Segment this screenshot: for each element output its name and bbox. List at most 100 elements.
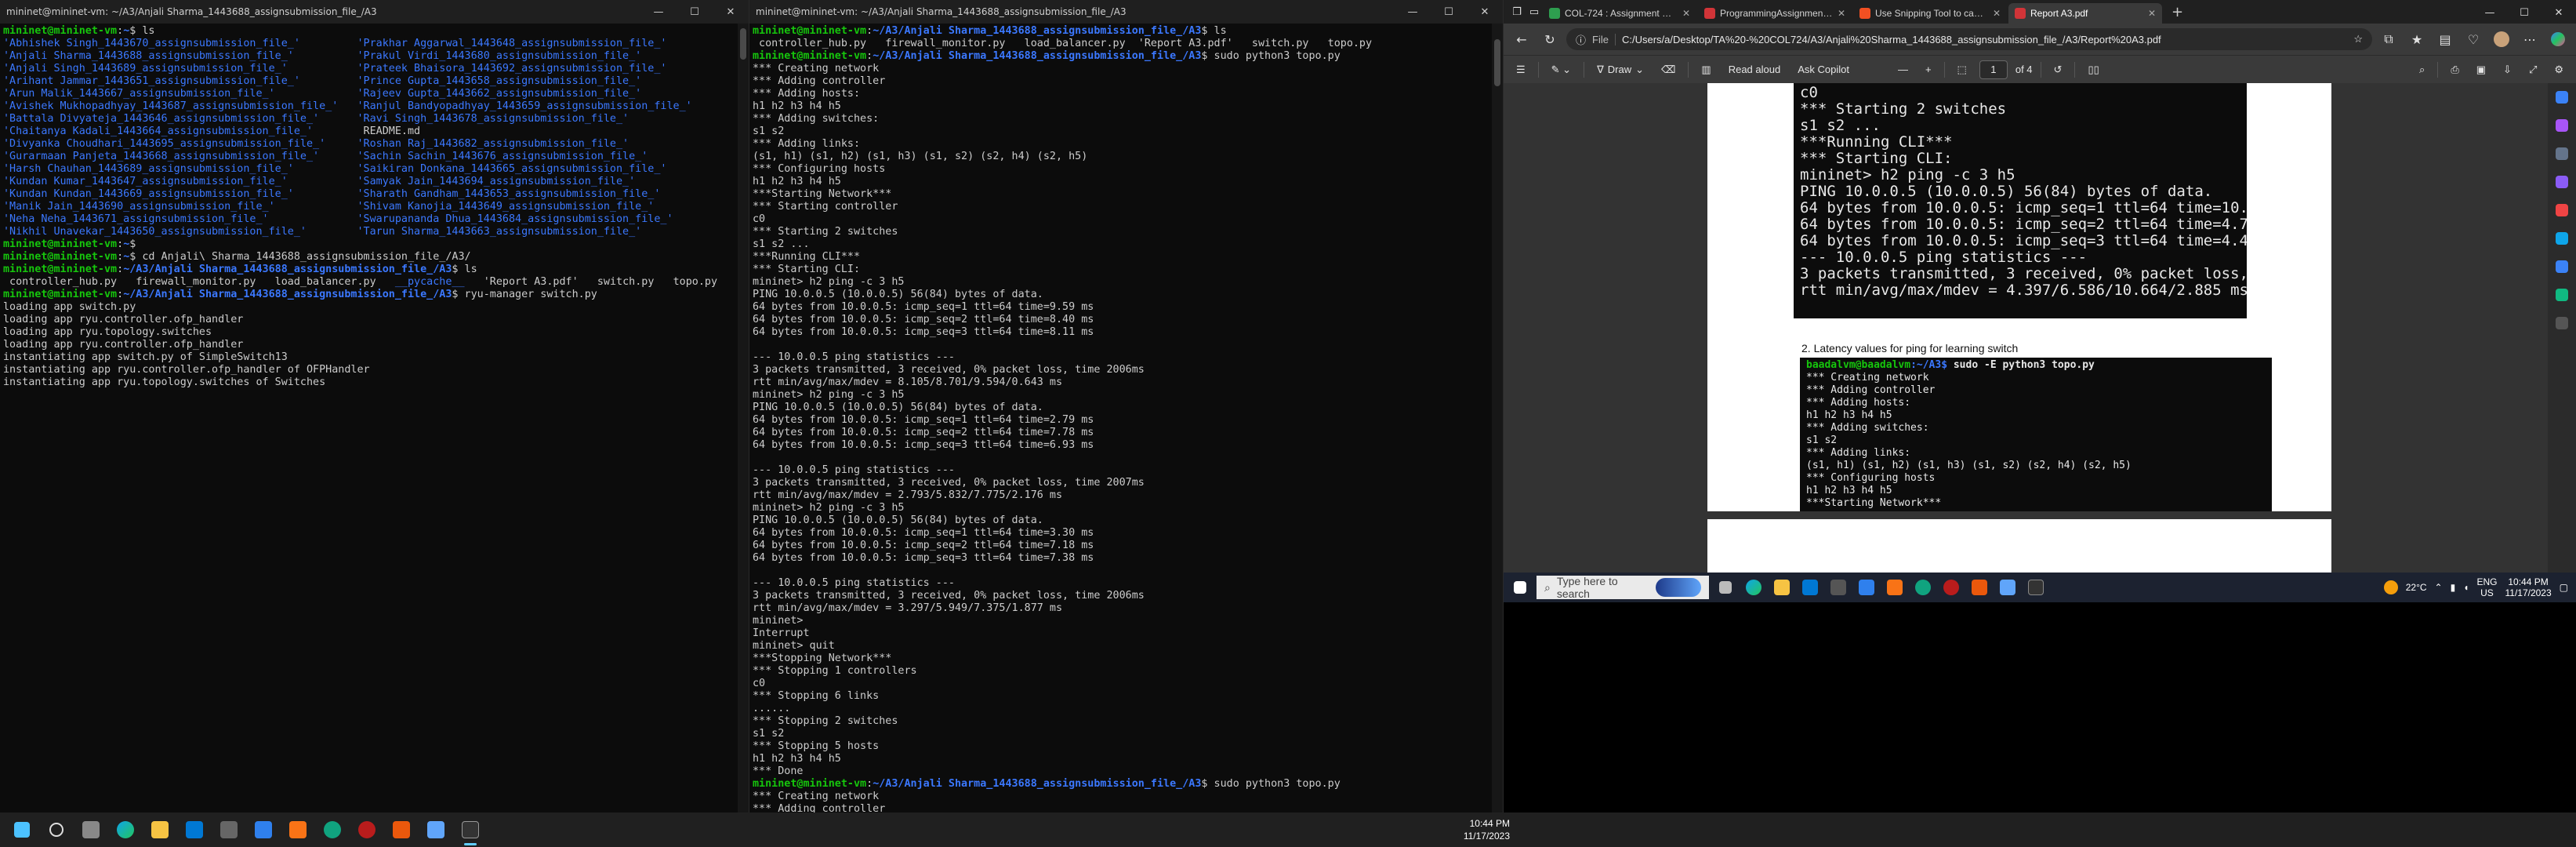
vscode-icon[interactable] [246, 812, 281, 847]
minimize-icon[interactable]: — [640, 0, 677, 24]
weather-icon[interactable] [2383, 580, 2398, 594]
url-field[interactable]: ⓘ File C:/Users/a/Desktop/TA%20-%20COL72… [1566, 28, 2372, 50]
outlook-icon[interactable] [2556, 232, 2568, 245]
pdf-document-view[interactable]: c0 *** Starting 2 switches s1 s2 ... ***Run… [1504, 83, 2548, 573]
info-icon[interactable]: ⓘ [1576, 32, 1586, 47]
language-indicator[interactable]: ENG US [2476, 576, 2497, 598]
highlight-icon[interactable]: ✎ ⌄ [1547, 60, 1576, 79]
tray-chevron-icon[interactable]: ⌃ [2435, 582, 2443, 593]
tab-close-icon[interactable]: ✕ [1838, 8, 1845, 19]
browser-tab[interactable]: Use Snipping Tool to capture sc... ✕ [1853, 3, 2007, 24]
network-icon[interactable]: ▮ [2451, 582, 2456, 593]
start-icon[interactable] [5, 812, 39, 847]
collections-icon[interactable]: ▤ [2433, 27, 2457, 51]
new-tab-button[interactable]: + [2164, 4, 2191, 24]
ask-copilot-button[interactable]: Ask Copilot [1793, 60, 1854, 78]
file-explorer-icon[interactable] [1770, 576, 1794, 599]
maximize-icon[interactable]: ☐ [1431, 0, 1467, 24]
workspaces-icon[interactable]: ❐ [1508, 0, 1526, 24]
store-icon[interactable] [1827, 576, 1850, 599]
virtualbox-icon[interactable] [419, 812, 453, 847]
close-icon[interactable]: ✕ [2542, 2, 2576, 24]
profile-avatar[interactable] [2490, 27, 2513, 51]
edge-icon[interactable] [108, 812, 143, 847]
vlc-icon[interactable] [1883, 576, 1907, 599]
add-icon[interactable] [2556, 317, 2568, 329]
terminal-titlebar[interactable]: mininet@mininet-vm: ~/A3/Anjali Sharma_1… [749, 0, 1503, 24]
refresh-icon[interactable]: ↻ [1538, 27, 1562, 51]
search-icon[interactable] [39, 812, 74, 847]
games-icon[interactable] [2556, 176, 2568, 188]
favorite-star-icon[interactable]: ☆ [2353, 33, 2363, 45]
terminal-icon[interactable] [453, 812, 488, 847]
copilot-icon[interactable] [2546, 27, 2570, 51]
notification-icon[interactable]: ▢ [2560, 582, 2568, 593]
vscode-icon[interactable] [1855, 576, 1878, 599]
app-in-icon[interactable] [384, 812, 419, 847]
zoom-out-icon[interactable]: — [1893, 60, 1913, 78]
app-red-icon[interactable] [350, 812, 384, 847]
browser-tab[interactable]: Report A3.pdf ✕ [2008, 3, 2162, 24]
rotate-icon[interactable]: ↺ [2049, 60, 2067, 79]
fit-page-icon[interactable]: ⬚ [1953, 60, 1972, 79]
start-icon[interactable] [1508, 576, 1532, 599]
draw-button[interactable]: ∇ Draw ⌄ [1592, 60, 1649, 79]
task-view-icon[interactable] [1714, 576, 1737, 599]
save-as-icon[interactable]: ⇩ [2498, 60, 2516, 79]
contents-icon[interactable]: ☰ [1511, 60, 1530, 79]
zoom-in-icon[interactable]: + [1921, 60, 1936, 78]
weather-temp[interactable]: 22°C [2406, 582, 2427, 593]
tab-close-icon[interactable]: ✕ [2148, 8, 2156, 19]
chatgpt-icon[interactable] [1911, 576, 1935, 599]
settings-gear-icon[interactable]: ⚙ [2549, 60, 2568, 79]
chatgpt-icon[interactable] [315, 812, 350, 847]
terminal-output[interactable]: mininet@mininet-vm:~/A3/Anjali Sharma_14… [749, 24, 1503, 812]
shopping-icon[interactable] [2556, 119, 2568, 132]
task-view-icon[interactable] [74, 812, 108, 847]
remote-search-box[interactable]: ⌕ Type here to search [1537, 575, 1709, 600]
app-red-icon[interactable] [1939, 576, 1963, 599]
fullscreen-icon[interactable]: ⤢ [2524, 60, 2542, 79]
volume-icon[interactable]: ◖ [2463, 582, 2469, 593]
host-clock[interactable]: 10:44 PM 11/17/2023 [1464, 817, 2576, 842]
favorites-icon[interactable]: ★ [2405, 27, 2429, 51]
remote-clock[interactable]: 10:44 PM 11/17/2023 [2505, 576, 2551, 598]
page-number-input[interactable]: 1 [1979, 60, 2008, 79]
app-in-icon[interactable] [1968, 576, 1991, 599]
browser-tab[interactable]: COL-724 : Assignment Grading ✕ [1543, 3, 1696, 24]
maximize-icon[interactable]: ☐ [2507, 2, 2542, 24]
terminal-output[interactable]: mininet@mininet-vm:~$ ls 'Abhishek Singh_… [0, 24, 749, 389]
read-aloud-button[interactable]: Read aloud [1724, 60, 1786, 78]
maximize-icon[interactable]: ☐ [677, 0, 713, 24]
page-view-icon[interactable]: ▥ [1696, 60, 1715, 79]
terminal-window-mininet[interactable]: mininet@mininet-vm: ~/A3/Anjali Sharma_1… [749, 0, 1504, 812]
tab-close-icon[interactable]: ✕ [1682, 8, 1690, 19]
save-icon[interactable]: ▣ [2472, 60, 2491, 79]
designer-icon[interactable] [2556, 289, 2568, 301]
more-menu-icon[interactable]: ⋯ [2518, 27, 2542, 51]
terminal-icon[interactable] [2024, 576, 2048, 599]
tab-actions-icon[interactable]: ▭ [1526, 0, 1543, 24]
drop-icon[interactable] [2556, 260, 2568, 273]
search-icon[interactable]: ⌕ [2415, 60, 2429, 79]
close-icon[interactable]: ✕ [1467, 0, 1503, 24]
store-icon[interactable] [212, 812, 246, 847]
close-icon[interactable]: ✕ [713, 0, 749, 24]
mail-icon[interactable] [177, 812, 212, 847]
erase-icon[interactable]: ⌫ [1656, 60, 1680, 79]
office-icon[interactable] [2556, 204, 2568, 216]
virtualbox-icon[interactable] [1996, 576, 2019, 599]
terminal-titlebar[interactable]: mininet@mininet-vm: ~/A3/Anjali Sharma_1… [0, 0, 749, 24]
remote-desktop-viewer[interactable]: ❐ ▭ COL-724 : Assignment Grading✕Program… [1504, 0, 2576, 812]
minimize-icon[interactable]: — [1395, 0, 1431, 24]
two-page-icon[interactable]: ▯▯ [2083, 60, 2103, 79]
terminal-scrollbar[interactable] [1492, 24, 1503, 812]
minimize-icon[interactable]: — [2473, 2, 2507, 24]
mail-icon[interactable] [1798, 576, 1822, 599]
print-icon[interactable]: ⎙ [2446, 60, 2463, 79]
tab-close-icon[interactable]: ✕ [1993, 8, 2001, 19]
back-icon[interactable]: ← [1510, 27, 1533, 51]
search-icon[interactable] [2556, 91, 2568, 104]
tools-icon[interactable] [2556, 147, 2568, 160]
split-screen-icon[interactable]: ⧉ [2377, 27, 2400, 51]
